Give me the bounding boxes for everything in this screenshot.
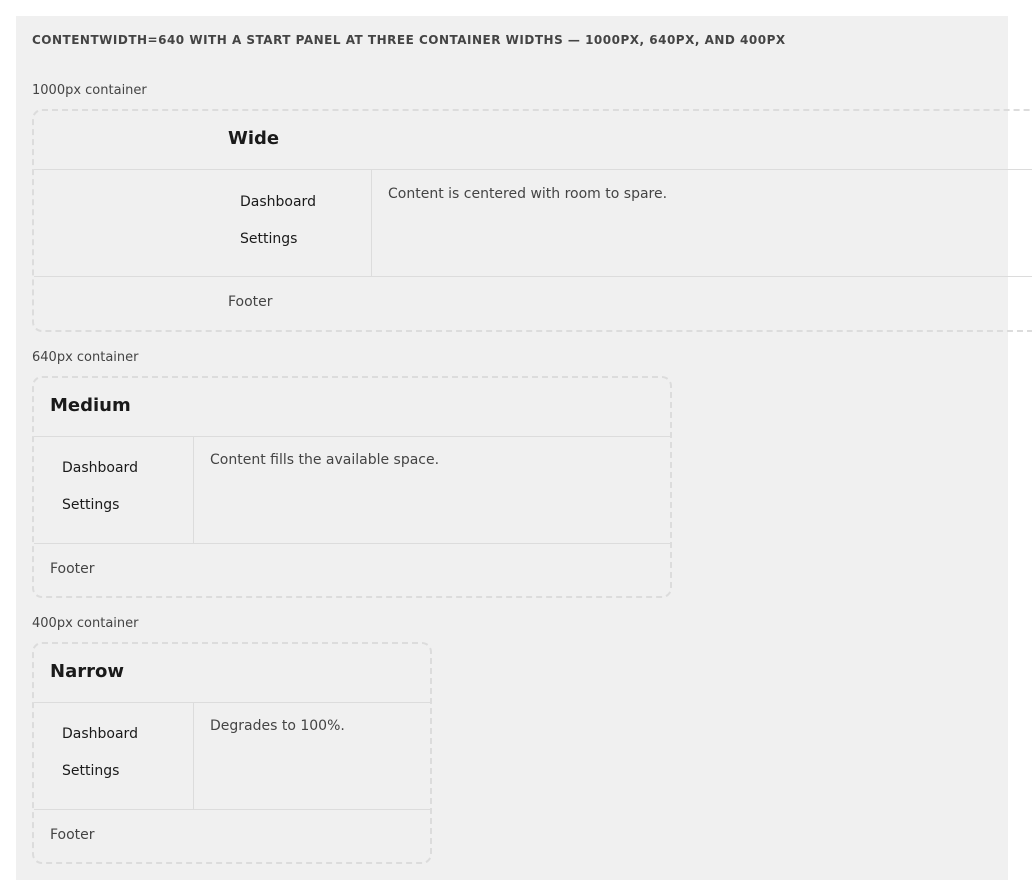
container-medium: Medium Dashboard Settings Content fills … [32,376,672,598]
start-panel: Dashboard Settings [34,702,194,809]
container-wide: Wide Dashboard Settings Content is cente… [32,109,1032,332]
page-heading: CONTENTWIDTH=640 WITH A START PANEL AT T… [32,33,786,47]
caption-wide: 1000px container [32,83,147,98]
nav-item-settings[interactable]: Settings [62,497,119,513]
start-panel: Dashboard Settings [34,169,372,276]
panel-title: Medium [50,395,131,416]
demo-stage: CONTENTWIDTH=640 WITH A START PANEL AT T… [16,16,1032,880]
panel-header: Medium [34,378,670,437]
panel-header: Wide [34,111,1032,170]
panel-body: Dashboard Settings Degrades to 100%. [34,702,430,810]
panel-title: Narrow [50,661,124,682]
nav-item-dashboard[interactable]: Dashboard [62,726,138,742]
panel-body: Dashboard Settings Content is centered w… [34,169,1032,277]
panel-header: Narrow [34,644,430,703]
container-narrow: Narrow Dashboard Settings Degrades to 10… [32,642,432,864]
panel-footer: Footer [228,294,273,310]
panel-body: Dashboard Settings Content fills the ava… [34,436,670,544]
nav-item-settings[interactable]: Settings [62,763,119,779]
start-panel: Dashboard Settings [34,436,194,543]
panel-footer: Footer [50,561,95,577]
panel-title: Wide [228,128,280,149]
main-content-text: Degrades to 100%. [210,718,345,734]
caption-medium: 640px container [32,350,139,365]
nav-item-settings[interactable]: Settings [240,231,297,247]
main-content-text: Content is centered with room to spare. [388,186,668,202]
main-content-text: Content fills the available space. [210,452,440,468]
panel-footer: Footer [50,827,95,843]
nav-item-dashboard[interactable]: Dashboard [240,194,316,210]
caption-narrow: 400px container [32,616,139,631]
nav-item-dashboard[interactable]: Dashboard [62,460,138,476]
